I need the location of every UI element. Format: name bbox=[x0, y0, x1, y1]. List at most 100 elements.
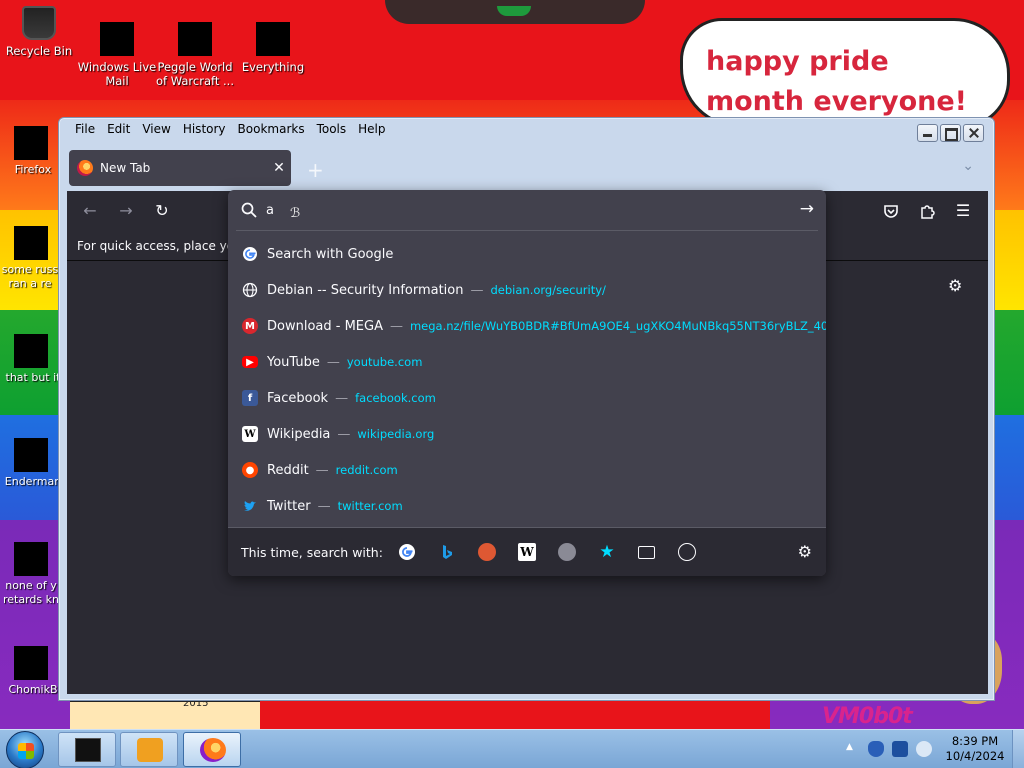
tab-close-icon[interactable]: ✕ bbox=[267, 160, 291, 176]
facebook-icon: f bbox=[242, 390, 258, 406]
app-icon bbox=[14, 646, 48, 680]
desktop-icon-some-russ[interactable]: some russ ran a re bbox=[0, 226, 66, 291]
result-twitter[interactable]: Twitter — twitter.com bbox=[228, 488, 826, 524]
taskbar-app-firefox[interactable] bbox=[183, 732, 241, 767]
media-player-icon bbox=[137, 738, 163, 762]
result-title: Facebook bbox=[267, 390, 329, 406]
new-tab-button[interactable]: + bbox=[307, 158, 324, 182]
show-desktop-button[interactable] bbox=[1012, 730, 1024, 768]
urlbar: ℬ → bbox=[228, 190, 826, 230]
menu-bookmarks[interactable]: Bookmarks bbox=[232, 120, 311, 138]
desktop-icon-label: ChomikB bbox=[8, 683, 58, 696]
text-cursor-icon: ℬ bbox=[290, 206, 301, 221]
show-hidden-icons-icon[interactable]: ▲ bbox=[846, 742, 853, 752]
menu-history[interactable]: History bbox=[177, 120, 232, 138]
go-arrow-icon[interactable]: → bbox=[800, 200, 814, 218]
google-icon[interactable] bbox=[398, 543, 416, 561]
result-facebook[interactable]: f Facebook — facebook.com bbox=[228, 380, 826, 416]
start-button[interactable] bbox=[6, 731, 44, 768]
result-title: Reddit bbox=[267, 462, 309, 478]
app-icon bbox=[14, 438, 48, 472]
extensions-puzzle-icon[interactable] bbox=[918, 202, 936, 220]
result-youtube[interactable]: ▶ YouTube — youtube.com bbox=[228, 344, 826, 380]
desktop-icon-enderman[interactable]: Enderman bbox=[0, 438, 66, 489]
close-window-button[interactable] bbox=[963, 124, 984, 142]
one-off-label: This time, search with: bbox=[241, 545, 383, 560]
result-debian[interactable]: Debian -- Security Information — debian.… bbox=[228, 272, 826, 308]
urlbar-results: Search with Google Debian -- Security In… bbox=[228, 236, 826, 524]
tab-strip: New Tab ✕ + ⌄ bbox=[67, 148, 988, 188]
desktop-icon-label: Recycle Bin bbox=[5, 44, 73, 58]
result-reddit[interactable]: ● Reddit — reddit.com bbox=[228, 452, 826, 488]
result-title: Twitter bbox=[267, 498, 311, 514]
urlbar-divider bbox=[236, 230, 818, 231]
desktop-icon-label: some russ ran a re bbox=[1, 263, 59, 290]
google-icon bbox=[242, 246, 258, 262]
urlbar-dropdown: ℬ → Search with Google Debian -- Securit… bbox=[228, 190, 826, 576]
duckduckgo-icon[interactable] bbox=[478, 543, 496, 561]
terminal-app-icon bbox=[75, 738, 101, 762]
search-icon[interactable] bbox=[558, 543, 576, 561]
urlbar-input[interactable] bbox=[266, 199, 766, 221]
result-wikipedia[interactable]: W Wikipedia — wikipedia.org bbox=[228, 416, 826, 452]
desktop-icon-everything[interactable]: Everything bbox=[233, 22, 313, 74]
menu-edit[interactable]: Edit bbox=[101, 120, 136, 138]
result-url: debian.org/security/ bbox=[490, 283, 606, 297]
result-separator: — bbox=[317, 498, 331, 514]
security-shield-icon[interactable] bbox=[868, 741, 884, 757]
bing-icon[interactable] bbox=[438, 543, 456, 561]
taskbar-app-media-player[interactable] bbox=[120, 732, 178, 767]
menu-view[interactable]: View bbox=[136, 120, 176, 138]
result-url: youtube.com bbox=[346, 355, 423, 369]
desktop-icon-label: that but it bbox=[5, 371, 61, 384]
taskbar: ▲ 8:39 PM 10/4/2024 bbox=[0, 729, 1024, 768]
newtab-settings-gear-icon[interactable]: ⚙ bbox=[948, 277, 966, 295]
wikipedia-icon[interactable]: W bbox=[518, 543, 536, 561]
bookmarks-star-icon[interactable]: ★ bbox=[598, 543, 616, 561]
window-controls bbox=[917, 124, 984, 142]
app-icon bbox=[14, 542, 48, 576]
mega-icon: M bbox=[242, 318, 258, 334]
desktop-icon-label: Windows Live Mail bbox=[77, 60, 157, 88]
result-mega[interactable]: M Download - MEGA — mega.nz/file/WuYB0BD… bbox=[228, 308, 826, 344]
result-url: mega.nz/file/WuYB0BDR#BfUmA9OE4_ugXKO4Mu… bbox=[409, 319, 826, 333]
system-tray: ▲ 8:39 PM 10/4/2024 bbox=[840, 730, 1024, 768]
desktop-icon-recycle-bin[interactable]: Recycle Bin bbox=[0, 6, 79, 58]
result-title: Wikipedia bbox=[267, 426, 331, 442]
menu-help[interactable]: Help bbox=[352, 120, 391, 138]
pocket-icon[interactable] bbox=[882, 202, 900, 220]
desktop-icon-none-of-y[interactable]: none of y retards kn bbox=[0, 542, 66, 607]
desktop-icon-peggle[interactable]: Peggle World of Warcraft ... bbox=[155, 22, 235, 88]
reload-icon[interactable]: ↻ bbox=[153, 202, 171, 220]
desktop-icon-firefox[interactable]: Firefox bbox=[0, 126, 66, 177]
menu-file[interactable]: File bbox=[69, 120, 101, 138]
minimize-button[interactable] bbox=[917, 124, 938, 142]
result-separator: — bbox=[337, 426, 351, 442]
tabs-icon[interactable] bbox=[638, 546, 655, 559]
result-search-google[interactable]: Search with Google bbox=[228, 236, 826, 272]
maximize-button[interactable] bbox=[940, 124, 961, 142]
list-all-tabs-chevron-icon[interactable]: ⌄ bbox=[962, 158, 974, 174]
tab-new-tab[interactable]: New Tab ✕ bbox=[69, 150, 291, 186]
firefox-icon bbox=[77, 160, 93, 176]
clock[interactable]: 8:39 PM 10/4/2024 bbox=[940, 734, 1010, 764]
menu-tools[interactable]: Tools bbox=[311, 120, 353, 138]
volume-icon[interactable] bbox=[916, 741, 932, 757]
taskbar-app-terminal[interactable] bbox=[58, 732, 116, 767]
search-settings-gear-icon[interactable]: ⚙ bbox=[798, 543, 812, 561]
result-separator: — bbox=[389, 318, 403, 334]
hamburger-menu-icon[interactable]: ☰ bbox=[954, 202, 972, 220]
result-url: facebook.com bbox=[355, 391, 436, 405]
speech-bubble-text: happy pride month everyone! bbox=[706, 46, 967, 117]
back-arrow-icon[interactable]: ← bbox=[81, 202, 99, 220]
mail-icon bbox=[100, 22, 134, 56]
history-icon[interactable] bbox=[678, 543, 696, 561]
firefox-icon bbox=[200, 738, 226, 762]
network-icon[interactable] bbox=[892, 741, 908, 757]
desktop-icon-that-but-it[interactable]: that but it bbox=[0, 334, 66, 385]
result-url: reddit.com bbox=[335, 463, 398, 477]
forward-arrow-icon[interactable]: → bbox=[117, 202, 135, 220]
desktop-icon-label: Firefox bbox=[14, 163, 52, 176]
desktop-icon-chomikb[interactable]: ChomikB bbox=[0, 646, 66, 697]
desktop-icon-windows-live-mail[interactable]: Windows Live Mail bbox=[77, 22, 157, 88]
